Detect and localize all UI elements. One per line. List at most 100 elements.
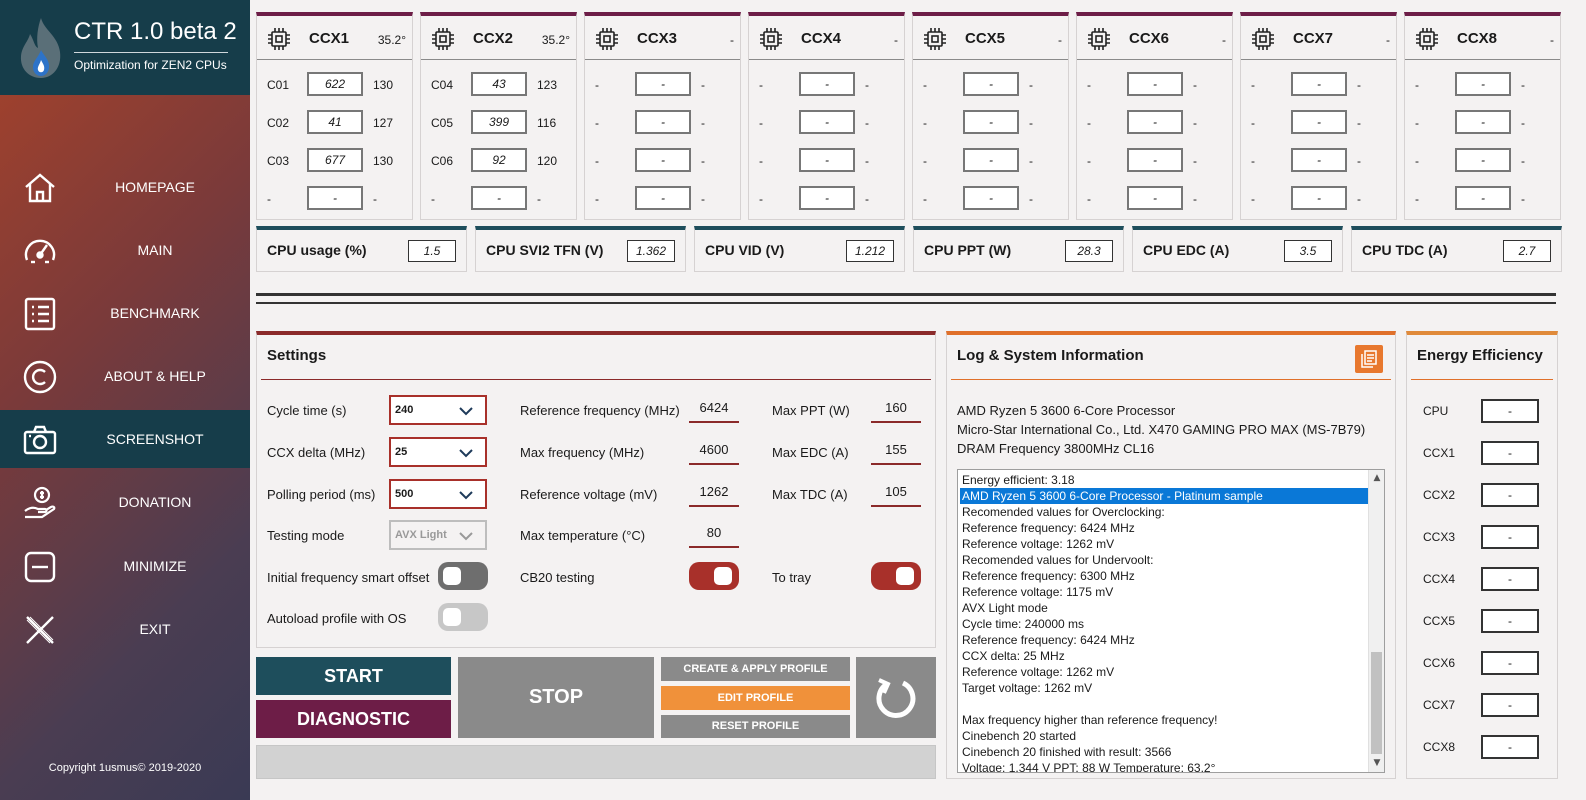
metric-label: CPU VID (V) xyxy=(705,242,785,258)
max-frequency-input[interactable]: 4600 xyxy=(689,437,739,465)
autoload-toggle[interactable] xyxy=(438,603,488,631)
core-frequency-box: - xyxy=(307,186,363,210)
core-frequency-box: - xyxy=(799,110,855,134)
core-frequency-box: - xyxy=(1291,72,1347,96)
testing-mode-select[interactable]: AVX Light xyxy=(389,520,487,550)
ccx-temperature: - xyxy=(1058,33,1062,47)
close-icon xyxy=(26,616,54,644)
edit-profile-button[interactable]: EDIT PROFILE xyxy=(661,686,850,710)
nav-homepage[interactable]: HOMEPAGE xyxy=(0,158,250,216)
nav-screenshot[interactable]: SCREENSHOT xyxy=(0,410,250,468)
core-value: 120 xyxy=(537,154,558,168)
ccx-name: CCX4 xyxy=(801,30,842,47)
energy-label: CCX4 xyxy=(1423,572,1456,586)
nav-main[interactable]: MAIN xyxy=(0,221,250,279)
cycle-time-select[interactable]: 240 xyxy=(389,395,487,425)
to-tray-toggle[interactable] xyxy=(871,562,921,590)
core-value: - xyxy=(865,192,869,206)
energy-value: - xyxy=(1481,693,1539,717)
copy-log-button[interactable] xyxy=(1355,345,1383,373)
log-line[interactable]: Voltage: 1.344 V PPT: 88 W Temperature: … xyxy=(960,760,1370,772)
core-frequency-box: - xyxy=(1291,148,1347,172)
separator-top xyxy=(256,293,1556,296)
camera-icon xyxy=(23,425,57,455)
log-line[interactable]: Cinebench 20 finished with result: 3566 xyxy=(960,744,1370,760)
metric-value: 3.5 xyxy=(1284,240,1332,262)
scroll-down-icon[interactable]: ▼ xyxy=(1372,758,1382,768)
scroll-up-icon[interactable]: ▲ xyxy=(1372,473,1382,483)
settings-title-line xyxy=(261,379,931,380)
log-listbox[interactable]: Energy efficient: 3.18 AMD Ryzen 5 3600 6… xyxy=(957,469,1385,773)
ccx-card: CCX4- - - - - - - - - - - - - xyxy=(748,12,905,220)
title-underline xyxy=(74,52,228,53)
log-line[interactable]: AVX Light mode xyxy=(960,600,1370,616)
energy-title-line xyxy=(1411,379,1553,380)
max-ppt-input[interactable]: 160 xyxy=(871,395,921,423)
scroll-thumb[interactable] xyxy=(1371,652,1382,754)
core-value: - xyxy=(1193,154,1197,168)
core-value: - xyxy=(1521,154,1525,168)
refresh-button[interactable] xyxy=(856,657,936,738)
core-row: --- xyxy=(585,186,740,212)
nav-donation[interactable]: DONATION xyxy=(0,473,250,531)
reference-frequency-input[interactable]: 6424 xyxy=(689,395,739,423)
ccx-delta-select[interactable]: 25 xyxy=(389,437,487,467)
log-line[interactable]: Recomended values for Undervoolt: xyxy=(960,552,1370,568)
log-line[interactable]: Cycle time: 240000 ms xyxy=(960,616,1370,632)
log-line[interactable]: Energy efficient: 3.18 xyxy=(960,472,1370,488)
log-line[interactable]: Reference voltage: 1262 mV xyxy=(960,536,1370,552)
cb20-testing-label: CB20 testing xyxy=(520,570,595,585)
core-frequency-box: - xyxy=(1127,148,1183,172)
cpu-chip-icon xyxy=(758,26,784,52)
ccx-card: CCX5- - - - - - - - - - - - - xyxy=(912,12,1069,220)
nav-exit[interactable]: EXIT xyxy=(0,600,250,658)
log-line[interactable]: Cinebench 20 started xyxy=(960,728,1370,744)
sidebar: CTR 1.0 beta 2 Optimization for ZEN2 CPU… xyxy=(0,0,250,800)
nav-benchmark[interactable]: BENCHMARK xyxy=(0,284,250,342)
log-line[interactable]: Reference frequency: 6424 MHz xyxy=(960,632,1370,648)
stop-button[interactable]: STOP xyxy=(458,657,654,738)
log-line[interactable]: CCX delta: 25 MHz xyxy=(960,648,1370,664)
core-frequency-box: - xyxy=(471,186,527,210)
log-line[interactable]: Reference voltage: 1262 mV xyxy=(960,664,1370,680)
create-apply-profile-button[interactable]: CREATE & APPLY PROFILE xyxy=(661,657,850,681)
log-line[interactable]: AMD Ryzen 5 3600 6-Core Processor - Plat… xyxy=(960,488,1370,504)
log-line[interactable]: Reference frequency: 6424 MHz xyxy=(960,520,1370,536)
energy-value: - xyxy=(1481,609,1539,633)
core-value: 130 xyxy=(373,154,394,168)
energy-value: - xyxy=(1481,399,1539,423)
max-temperature-input[interactable]: 80 xyxy=(689,520,739,548)
reference-voltage-input[interactable]: 1262 xyxy=(689,479,739,507)
ccx-name: CCX7 xyxy=(1293,30,1334,47)
log-line[interactable]: Recomended values for Overclocking: xyxy=(960,504,1370,520)
cpu-chip-icon xyxy=(1414,26,1440,52)
reset-profile-button[interactable]: RESET PROFILE xyxy=(661,715,850,738)
start-button[interactable]: START xyxy=(256,657,451,695)
core-label: - xyxy=(1251,192,1255,206)
nav-minimize[interactable]: MINIMIZE xyxy=(0,537,250,595)
cpu-chip-icon xyxy=(266,26,292,52)
progress-bar xyxy=(256,745,936,779)
log-line[interactable]: Reference frequency: 6300 MHz xyxy=(960,568,1370,584)
energy-value: - xyxy=(1481,735,1539,759)
diagnostic-button[interactable]: DIAGNOSTIC xyxy=(256,700,451,738)
smart-offset-toggle[interactable] xyxy=(438,562,488,590)
log-line[interactable]: Reference voltage: 1175 mV xyxy=(960,584,1370,600)
document-icon xyxy=(1361,350,1377,368)
toggle-knob xyxy=(896,567,914,585)
max-edc-input[interactable]: 155 xyxy=(871,437,921,465)
max-tdc-input[interactable]: 105 xyxy=(871,479,921,507)
log-line[interactable]: Target voltage: 1262 mV xyxy=(960,680,1370,696)
log-line[interactable] xyxy=(960,696,1370,712)
log-scrollbar[interactable]: ▲ ▼ xyxy=(1368,470,1384,772)
core-row: --- xyxy=(749,110,904,136)
metric-value: 1.212 xyxy=(846,240,894,262)
cb20-testing-toggle[interactable] xyxy=(689,562,739,590)
speedometer-icon xyxy=(24,239,56,264)
polling-period-select[interactable]: 500 xyxy=(389,479,487,509)
nav-about-help[interactable]: ABOUT & HELP xyxy=(0,347,250,405)
metric-value: 2.7 xyxy=(1503,240,1551,262)
log-line[interactable]: Max frequency higher than reference freq… xyxy=(960,712,1370,728)
core-label: - xyxy=(1087,116,1091,130)
core-frequency-box: - xyxy=(1127,72,1183,96)
